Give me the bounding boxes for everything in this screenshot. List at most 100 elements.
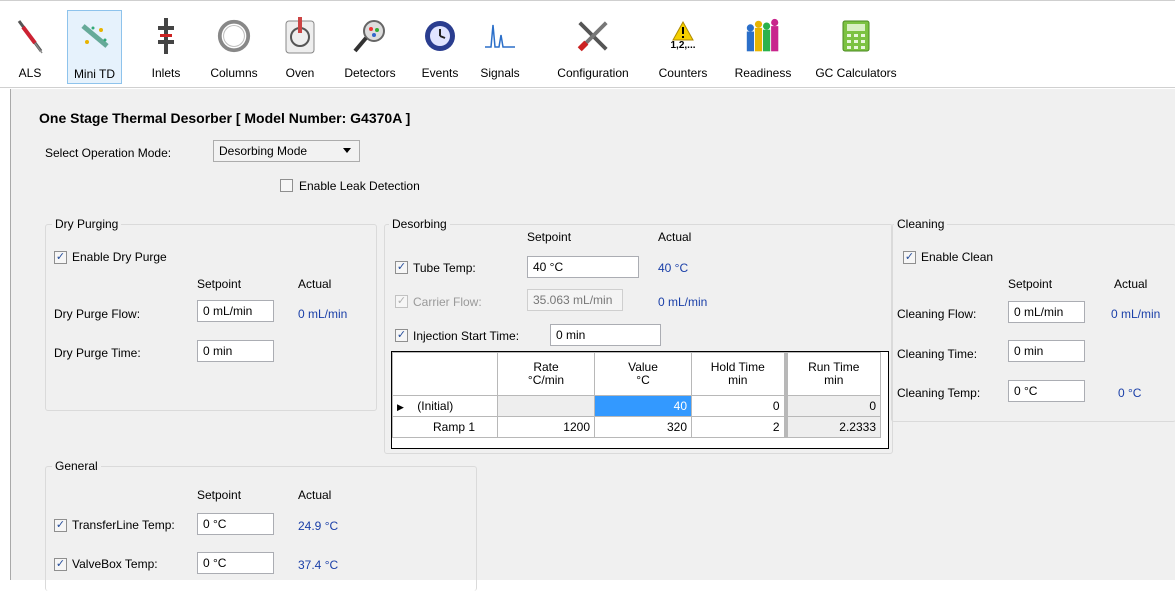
valvebox-temp-label: ValveBox Temp: <box>72 557 158 571</box>
chevron-down-icon <box>343 148 351 153</box>
cleaning-flow-input[interactable]: 0 mL/min <box>1008 301 1085 323</box>
cleaning-setpoint-header: Setpoint <box>1008 277 1053 291</box>
ramp-row-name: Ramp 1 <box>392 416 498 438</box>
warning-counter-icon: 1,2,... <box>665 16 701 56</box>
dry-purge-flow-input[interactable]: 0 mL/min <box>197 300 274 322</box>
toolbar-label: Detectors <box>344 66 396 80</box>
table-row[interactable]: Ramp 1 1200 320 2 2.2333 <box>392 416 881 438</box>
syringe-icon <box>12 16 48 56</box>
ramp-header-value[interactable]: Value °C <box>594 352 692 396</box>
injection-start-label: Injection Start Time: <box>413 329 520 343</box>
transferline-temp-input[interactable]: 0 °C <box>197 513 274 535</box>
cleaning-flow-label: Cleaning Flow: <box>897 307 977 321</box>
toolbar-label: Counters <box>658 66 708 80</box>
toolbar-label: Inlets <box>151 66 181 80</box>
ramp-run-cell: 0 <box>783 395 881 417</box>
cleaning-actual-header: Actual <box>1114 277 1148 291</box>
ramp-value-cell[interactable]: 40 <box>594 395 692 417</box>
toolbar-counters-button[interactable]: 1,2,... Counters <box>652 10 714 84</box>
detector-icon <box>352 16 388 56</box>
toolbar-label: Oven <box>285 66 315 80</box>
ramp-header-rate[interactable]: Rate °C/min <box>497 352 595 396</box>
carrier-flow-checkbox[interactable]: ✓ <box>395 295 408 308</box>
carrier-flow-input[interactable]: 35.063 mL/min <box>527 289 623 311</box>
toolbar-label: Mini TD <box>73 67 116 81</box>
toolbar-als-button[interactable]: ALS <box>10 10 50 84</box>
toolbar-label: Events <box>421 66 459 80</box>
ramp-hold-cell[interactable]: 2 <box>691 416 786 438</box>
dry-purge-flow-label: Dry Purge Flow: <box>54 307 141 321</box>
operation-mode-select[interactable]: Desorbing Mode <box>213 140 360 162</box>
desorbing-actual-header: Actual <box>658 230 692 244</box>
injection-start-input[interactable]: 0 min <box>550 324 661 346</box>
ramp-header-run-time[interactable]: Run Time min <box>783 352 881 396</box>
dry-purge-time-input[interactable]: 0 min <box>197 340 274 362</box>
toolbar-mini-td-button[interactable]: Mini TD <box>67 10 122 84</box>
mini-td-icon <box>77 17 113 57</box>
operation-mode-value: Desorbing Mode <box>219 144 308 158</box>
toolbar-label: Readiness <box>734 66 792 80</box>
transferline-temp-checkbox[interactable]: ✓ <box>54 519 67 532</box>
dry-purging-title: Dry Purging <box>52 217 122 231</box>
toolbar: ALS Mini TD Inlets Columns Oven Detector… <box>0 0 1175 88</box>
transferline-temp-actual: 24.9 °C <box>298 519 339 533</box>
events-icon <box>422 16 458 56</box>
ramp-header-hold-time[interactable]: Hold Time min <box>691 352 786 396</box>
dry-purge-setpoint-header: Setpoint <box>197 277 242 291</box>
toolbar-detectors-button[interactable]: Detectors <box>338 10 402 84</box>
calculator-icon <box>838 16 874 56</box>
enable-clean-label: Enable Clean <box>921 250 994 264</box>
toolbar-events-button[interactable]: Events <box>416 10 464 84</box>
ramp-rate-cell[interactable] <box>497 395 595 417</box>
enable-clean-checkbox[interactable]: ✓ <box>903 251 916 264</box>
toolbar-label: ALS <box>18 66 42 80</box>
transferline-temp-label: TransferLine Temp: <box>72 518 175 532</box>
enable-dry-purge-label: Enable Dry Purge <box>72 250 167 264</box>
ramp-hold-cell[interactable]: 0 <box>691 395 786 417</box>
row-selector-icon: ▶ <box>397 402 404 412</box>
valvebox-temp-actual: 37.4 °C <box>298 558 339 572</box>
readiness-icon <box>745 16 781 56</box>
ramp-table-header: Rate °C/min Value °C Hold Time min Run Time… <box>392 352 881 396</box>
ramp-rate-cell[interactable]: 1200 <box>497 416 595 438</box>
toolbar-signals-button[interactable]: Signals <box>474 10 526 84</box>
toolbar-label: GC Calculators <box>815 66 897 80</box>
signal-icon <box>482 16 518 56</box>
tools-icon <box>575 16 611 56</box>
dry-purge-time-label: Dry Purge Time: <box>54 346 141 360</box>
desorbing-setpoint-header: Setpoint <box>527 230 572 244</box>
ramp-table[interactable]: Rate °C/min Value °C Hold Time min Run Time… <box>391 351 889 449</box>
valvebox-temp-input[interactable]: 0 °C <box>197 552 274 574</box>
toolbar-readiness-button[interactable]: Readiness <box>728 10 798 84</box>
toolbar-label: Signals <box>480 66 520 80</box>
enable-dry-purge-checkbox[interactable]: ✓ <box>54 251 67 264</box>
toolbar-columns-button[interactable]: Columns <box>200 10 268 84</box>
cleaning-flow-actual: 0 mL/min <box>1111 307 1161 321</box>
tube-temp-checkbox[interactable]: ✓ <box>395 261 408 274</box>
toolbar-configuration-button[interactable]: Configuration <box>545 10 641 84</box>
dry-purge-actual-header: Actual <box>298 277 332 291</box>
ramp-table-grid: Rate °C/min Value °C Hold Time min Run Time… <box>392 352 881 438</box>
ramp-header-corner <box>392 352 498 396</box>
general-title: General <box>52 459 101 473</box>
table-row[interactable]: ▶ (Initial) 40 0 0 <box>392 395 881 417</box>
oven-icon <box>282 16 318 56</box>
leak-detection-checkbox[interactable] <box>280 179 293 192</box>
tube-temp-input[interactable]: 40 °C <box>527 256 639 278</box>
carrier-flow-label: Carrier Flow: <box>413 295 482 309</box>
general-actual-header: Actual <box>298 488 332 502</box>
cleaning-time-input[interactable]: 0 min <box>1008 340 1085 362</box>
toolbar-inlets-button[interactable]: Inlets <box>145 10 187 84</box>
injection-start-checkbox[interactable]: ✓ <box>395 329 408 342</box>
cleaning-time-label: Cleaning Time: <box>897 347 978 361</box>
toolbar-gc-calculators-button[interactable]: GC Calculators <box>812 10 900 84</box>
toolbar-oven-button[interactable]: Oven <box>277 10 323 84</box>
valvebox-temp-checkbox[interactable]: ✓ <box>54 558 67 571</box>
counter-icon-text: 1,2,... <box>670 40 696 51</box>
tube-temp-actual: 40 °C <box>658 261 689 275</box>
carrier-flow-actual: 0 mL/min <box>658 295 708 309</box>
toolbar-label: Configuration <box>557 66 629 80</box>
cleaning-temp-input[interactable]: 0 °C <box>1008 380 1085 402</box>
ramp-value-cell[interactable]: 320 <box>594 416 692 438</box>
general-setpoint-header: Setpoint <box>197 488 242 502</box>
